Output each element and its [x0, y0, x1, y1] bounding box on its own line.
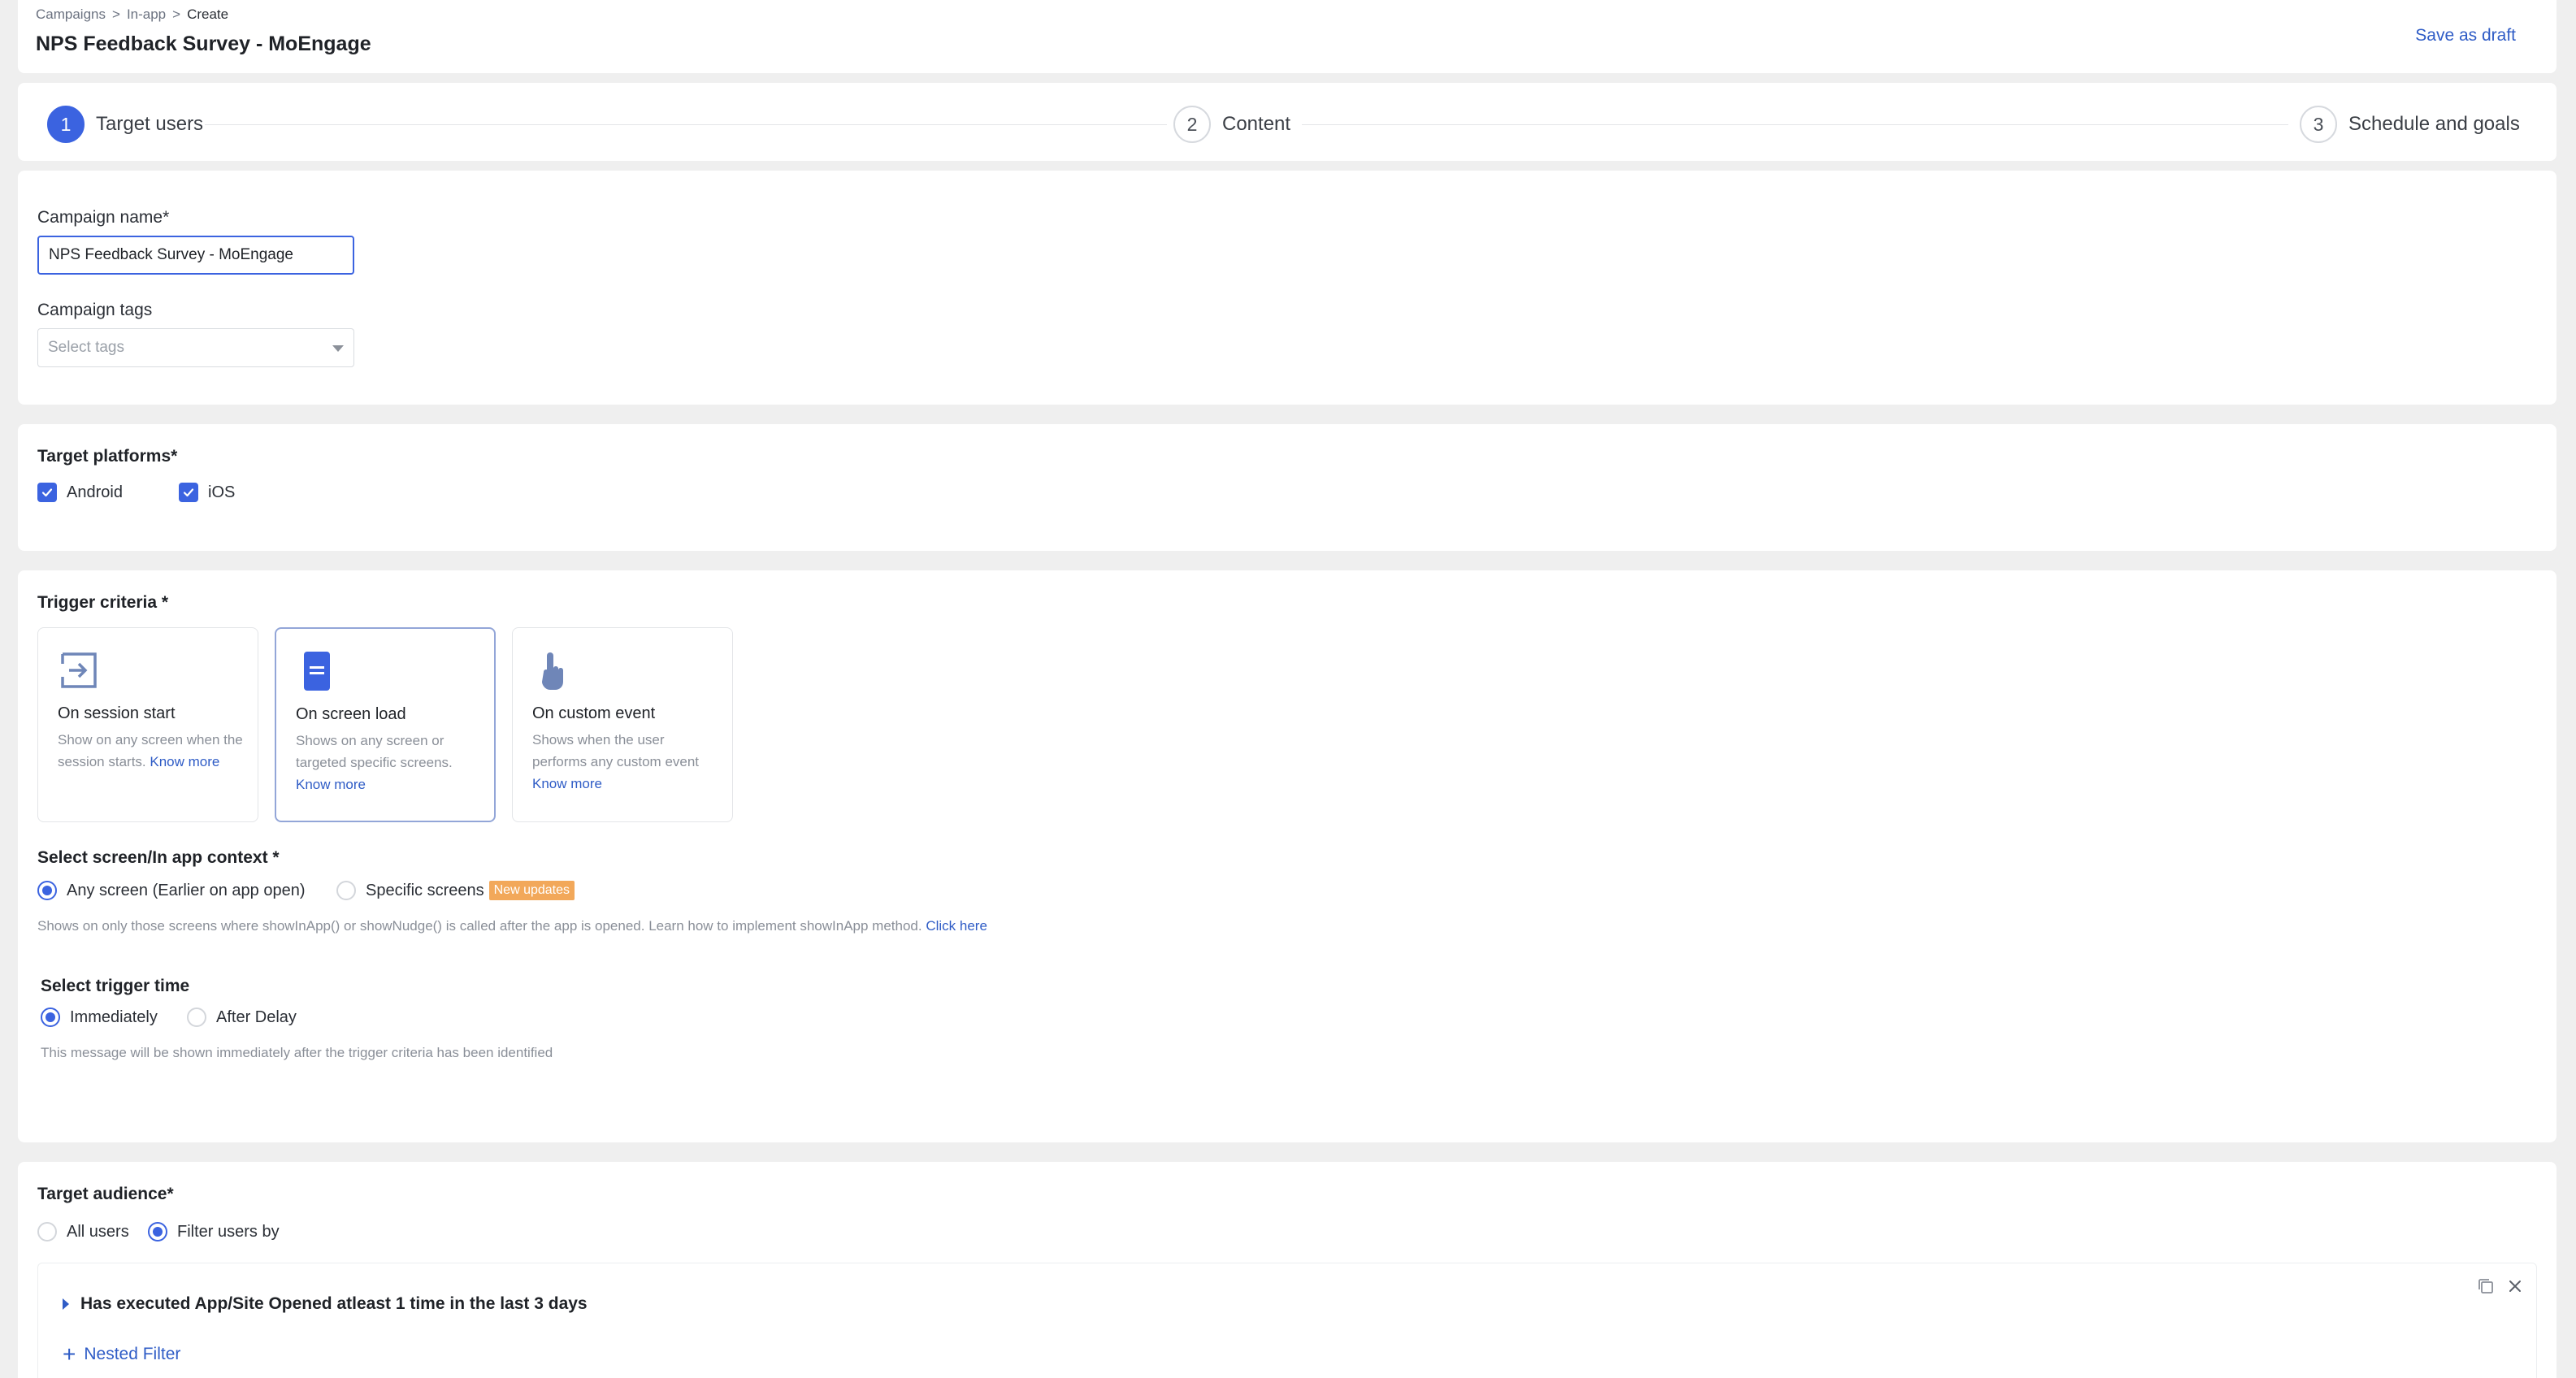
filter-users-radio[interactable]	[148, 1222, 167, 1242]
specific-screens-option[interactable]: Specific screens New updates	[336, 881, 575, 900]
after-delay-radio[interactable]	[187, 1008, 206, 1027]
mobile-screen-icon	[304, 652, 330, 691]
check-icon	[41, 488, 53, 497]
android-label: Android	[67, 483, 123, 501]
filter-users-option[interactable]: Filter users by	[148, 1222, 280, 1242]
tap-hand-icon	[542, 652, 563, 690]
step-number: 1	[47, 106, 85, 143]
trigger-card-session-start[interactable]: On session start Show on any screen when…	[37, 627, 258, 822]
campaign-tags-label: Campaign tags	[37, 301, 153, 319]
trigger-card-title: On session start	[58, 704, 176, 722]
all-users-option[interactable]: All users	[37, 1222, 129, 1242]
immediately-label: Immediately	[70, 1008, 158, 1026]
specific-screens-label: Specific screens	[366, 881, 484, 899]
filter-condition-text: Has executed App/Site Opened atleast 1 t…	[80, 1294, 588, 1313]
trigger-card-desc-text: Shows on any screen or targeted specific…	[296, 733, 453, 770]
all-users-label: All users	[67, 1222, 129, 1241]
specific-screens-radio[interactable]	[336, 881, 356, 900]
target-platforms-title: Target platforms*	[37, 447, 178, 466]
stepper: 1 Target users 2 Content 3 Schedule and …	[18, 83, 2556, 161]
immediately-radio[interactable]	[41, 1008, 60, 1027]
trigger-card-desc: Shows when the user performs any custom …	[532, 729, 719, 795]
any-screen-radio[interactable]	[37, 881, 57, 900]
filter-box: Has executed App/Site Opened atleast 1 t…	[37, 1263, 2537, 1378]
campaign-details-section: Campaign name* Campaign tags Select tags	[18, 171, 2556, 405]
android-checkbox-row[interactable]: Android	[37, 483, 123, 502]
any-screen-label: Any screen (Earlier on app open)	[67, 881, 306, 899]
any-screen-option[interactable]: Any screen (Earlier on app open)	[37, 881, 306, 900]
trigger-card-desc: Shows on any screen or targeted specific…	[296, 730, 483, 795]
plus-icon: +	[63, 1341, 76, 1367]
breadcrumb-separator: >	[172, 6, 181, 22]
page-title: NPS Feedback Survey - MoEngage	[36, 32, 371, 55]
campaign-name-input[interactable]	[37, 236, 354, 275]
after-delay-option[interactable]: After Delay	[187, 1008, 297, 1027]
step-number: 2	[1173, 106, 1211, 143]
filter-users-label: Filter users by	[177, 1222, 280, 1241]
close-icon[interactable]	[2505, 1276, 2525, 1296]
nested-filter-label: Nested Filter	[84, 1345, 181, 1363]
check-icon	[183, 488, 194, 497]
filter-condition-row[interactable]: Has executed App/Site Opened atleast 1 t…	[63, 1294, 588, 1314]
step-label: Content	[1222, 113, 1291, 135]
know-more-link[interactable]: Know more	[532, 776, 602, 791]
trigger-time-title: Select trigger time	[41, 977, 190, 995]
trigger-time-help: This message will be shown immediately a…	[41, 1045, 553, 1060]
nested-filter-button[interactable]: + Nested Filter	[63, 1343, 180, 1366]
trigger-card-screen-load[interactable]: On screen load Shows on any screen or ta…	[275, 627, 496, 822]
copy-icon[interactable]	[2476, 1276, 2496, 1296]
campaign-tags-placeholder: Select tags	[48, 339, 124, 356]
screen-context-title: Select screen/In app context *	[37, 848, 280, 867]
breadcrumb-separator: >	[112, 6, 120, 22]
campaign-name-label: Campaign name*	[37, 208, 170, 227]
click-here-link[interactable]: Click here	[926, 918, 987, 934]
all-users-radio[interactable]	[37, 1222, 57, 1242]
android-checkbox[interactable]	[37, 483, 57, 502]
know-more-link[interactable]: Know more	[150, 754, 219, 769]
step-number: 3	[2300, 106, 2337, 143]
page-header: Campaigns > In-app > Create NPS Feedback Sur…	[18, 0, 2556, 73]
new-updates-badge: New updates	[488, 881, 575, 900]
ios-label: iOS	[208, 483, 236, 501]
target-audience-section: Target audience* All users Filter users …	[18, 1162, 2556, 1378]
immediately-option[interactable]: Immediately	[41, 1008, 158, 1027]
screen-context-help: Shows on only those screens where showIn…	[37, 918, 987, 934]
trigger-card-custom-event[interactable]: On custom event Shows when the user perf…	[512, 627, 733, 822]
step-label: Target users	[96, 113, 204, 135]
target-audience-title: Target audience*	[37, 1185, 174, 1203]
step-content[interactable]: 2 Content	[1173, 106, 1290, 143]
trigger-card-desc-text: Shows when the user performs any custom …	[532, 732, 700, 769]
breadcrumb-create: Create	[187, 6, 229, 22]
campaign-tags-select[interactable]: Select tags	[37, 328, 354, 367]
trigger-card-desc: Show on any screen when the session star…	[58, 729, 245, 773]
step-schedule-goals[interactable]: 3 Schedule and goals	[2300, 106, 2520, 143]
step-target-users[interactable]: 1 Target users	[47, 106, 203, 143]
breadcrumb-inapp[interactable]: In-app	[127, 6, 166, 22]
trigger-criteria-title: Trigger criteria *	[37, 593, 169, 612]
login-arrow-icon	[61, 652, 97, 688]
step-label: Schedule and goals	[2348, 113, 2520, 135]
trigger-card-title: On custom event	[532, 704, 656, 722]
breadcrumb: Campaigns > In-app > Create	[36, 6, 228, 23]
breadcrumb-campaigns[interactable]: Campaigns	[36, 6, 106, 22]
trigger-criteria-section: Trigger criteria * On session start Show…	[18, 570, 2556, 1142]
ios-checkbox-row[interactable]: iOS	[179, 483, 235, 502]
after-delay-label: After Delay	[216, 1008, 297, 1026]
screen-context-help-text: Shows on only those screens where showIn…	[37, 918, 922, 934]
caret-right-icon[interactable]	[63, 1298, 69, 1310]
save-draft-button[interactable]: Save as draft	[2415, 26, 2516, 46]
step-connector	[1302, 124, 2288, 125]
step-connector	[205, 124, 1167, 125]
know-more-link[interactable]: Know more	[296, 777, 366, 792]
chevron-down-icon	[332, 345, 344, 352]
target-platforms-section: Target platforms* Android iOS	[18, 424, 2556, 551]
trigger-card-title: On screen load	[296, 705, 406, 723]
ios-checkbox[interactable]	[179, 483, 198, 502]
